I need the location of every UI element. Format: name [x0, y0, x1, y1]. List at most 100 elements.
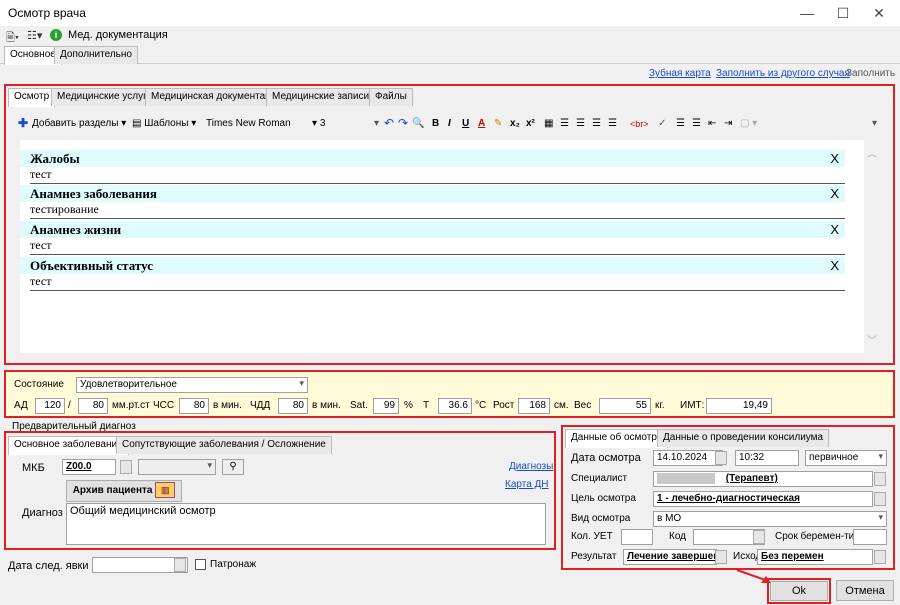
hss-unit: в мин. [213, 400, 242, 411]
close-button[interactable]: ✕ [861, 0, 897, 26]
tab-exam-data[interactable]: Данные об осмотре [565, 429, 669, 448]
uet-input[interactable] [621, 529, 653, 545]
indent-icon[interactable]: ⇥ [724, 118, 732, 129]
section-text[interactable]: тестирование [30, 202, 845, 219]
tab-med-records[interactable]: Медицинские записи [266, 88, 376, 106]
mkb-extra-select[interactable]: ▾ [138, 459, 216, 475]
dn-card-link[interactable]: Карта ДН [505, 479, 549, 490]
underline-icon[interactable]: U [462, 118, 469, 129]
hss-label: ЧСС [153, 400, 175, 411]
tab-additional[interactable]: Дополнительно [54, 46, 138, 64]
state-select[interactable]: Удовлетворительное ▾ [76, 377, 308, 393]
align-left-icon[interactable]: ☰ [560, 118, 569, 129]
diagnoses-link[interactable]: Диагнозы [509, 461, 553, 472]
remove-section-button[interactable]: X [830, 257, 839, 274]
tab-files[interactable]: Файлы [369, 88, 413, 106]
pregnancy-input[interactable] [853, 529, 887, 545]
tab-consilium[interactable]: Данные о проведении консилиума [657, 429, 830, 447]
chevron-down-icon: ▾ [878, 512, 883, 522]
chdd-label: ЧДД [250, 400, 271, 411]
visit-type-select[interactable]: первичное ▾ [805, 450, 887, 466]
info-icon[interactable]: i [50, 29, 62, 41]
patronage-checkbox[interactable] [195, 559, 206, 570]
specialist-input[interactable]: (Терапевт) [653, 471, 873, 487]
exam-time-input[interactable]: 10:32 [735, 450, 799, 466]
italic-icon[interactable]: I [448, 118, 451, 129]
section-text[interactable]: тест [30, 238, 845, 255]
subscript-icon[interactable]: x₂ [510, 118, 520, 129]
minimize-button[interactable]: — [789, 0, 825, 26]
result-picker-button[interactable] [715, 550, 727, 564]
dental-card-link[interactable]: Зубная карта [649, 68, 711, 79]
remove-section-button[interactable]: X [830, 150, 839, 167]
kind-select[interactable]: в МО ▾ [653, 511, 887, 527]
goal-input[interactable]: 1 - лечебно-диагностическая [653, 491, 873, 507]
fill-from-other-link[interactable]: Заполнить из другого случая [716, 68, 850, 79]
redo-icon[interactable]: ↷ [398, 116, 408, 130]
patient-archive-button[interactable]: Архив пациента ▥ [66, 480, 182, 502]
outcome-input[interactable]: Без перемен [757, 549, 873, 565]
section-text[interactable]: тест [30, 274, 845, 291]
outdent-icon[interactable]: ⇤ [708, 118, 716, 129]
mkb-input[interactable]: Z00.0 [62, 459, 116, 475]
templates-button[interactable]: ▤ Шаблоны ▾ [132, 118, 196, 129]
settings-icon[interactable]: ☷▾ [27, 29, 42, 42]
t-input[interactable]: 36.6 [438, 398, 472, 414]
ok-button[interactable]: Ok [770, 581, 828, 601]
plus-icon[interactable]: ✚ [18, 116, 28, 130]
insert-icon[interactable]: ▢ ▾ [740, 118, 757, 129]
add-sections-button[interactable]: Добавить разделы ▾ [32, 118, 126, 129]
remove-section-button[interactable]: X [830, 185, 839, 202]
specialist-picker-button[interactable] [874, 472, 886, 486]
exam-date-input[interactable]: 14.10.2024 [653, 450, 723, 466]
highlight-icon[interactable]: ✎ [494, 118, 502, 129]
mkb-picker-button[interactable] [120, 460, 132, 474]
cancel-button[interactable]: Отмена [836, 580, 894, 601]
code-picker-button[interactable] [753, 530, 765, 544]
scroll-up-icon[interactable]: ︿ [867, 145, 877, 160]
med-docs-button[interactable]: Мед. документация [68, 29, 168, 41]
calendar-icon[interactable] [174, 558, 186, 572]
tab-comorbidities[interactable]: Сопутствующие заболевания / Осложнение [116, 436, 332, 454]
table-icon[interactable]: ▦ [544, 118, 553, 129]
size-select[interactable]: ▾ 3 [312, 118, 325, 129]
chdd-input[interactable]: 80 [278, 398, 308, 414]
font-select[interactable]: Times New Roman [206, 118, 291, 129]
weight-input[interactable]: 55 [599, 398, 651, 414]
result-input[interactable]: Лечение завершен [623, 549, 717, 565]
size-dropdown-icon[interactable]: ▾ [374, 118, 379, 129]
ad-systolic-input[interactable]: 120 [35, 398, 65, 414]
document-area[interactable]: Жалобы X тест Анамнез заболевания X тест… [20, 140, 864, 353]
outcome-picker-button[interactable] [874, 550, 886, 564]
height-input[interactable]: 168 [518, 398, 550, 414]
hss-input[interactable]: 80 [179, 398, 209, 414]
scroll-down-icon[interactable]: ﹀ [867, 332, 877, 347]
ad-diastolic-input[interactable]: 80 [78, 398, 108, 414]
font-color-icon[interactable]: A [478, 118, 485, 129]
maximize-button[interactable]: ☐ [825, 0, 861, 26]
ad-label: АД [14, 400, 28, 411]
tab-main-disease[interactable]: Основное заболевание [8, 436, 129, 455]
remove-section-button[interactable]: X [830, 221, 839, 238]
numbered-list-icon[interactable]: ☰ [676, 118, 685, 129]
superscript-icon[interactable]: x² [526, 118, 535, 129]
bold-icon[interactable]: B [432, 118, 439, 129]
spellcheck-icon[interactable]: ✓ [658, 118, 666, 129]
diagnosis-textarea[interactable]: Общий медицинский осмотр [66, 503, 546, 545]
align-right-icon[interactable]: ☰ [592, 118, 601, 129]
tab-med-services[interactable]: Медицинские услуги [51, 88, 159, 106]
page-break-icon[interactable]: <br> [630, 119, 649, 129]
calendar-icon[interactable] [715, 451, 727, 465]
search-person-icon[interactable]: ⚲ [222, 459, 244, 475]
find-icon[interactable]: 🔍 [412, 118, 424, 129]
align-justify-icon[interactable]: ☰ [608, 118, 617, 129]
undo-icon[interactable]: ↶ [384, 116, 394, 130]
fill-link[interactable]: Заполнить [846, 68, 895, 79]
bullet-list-icon[interactable]: ☰ [692, 118, 701, 129]
sat-input[interactable]: 99 [373, 398, 399, 414]
goal-picker-button[interactable] [874, 492, 886, 506]
align-center-icon[interactable]: ☰ [576, 118, 585, 129]
more-icon[interactable]: ▾ [872, 118, 877, 129]
section-text[interactable]: тест [30, 167, 845, 184]
tab-exam[interactable]: Осмотр [8, 88, 56, 107]
